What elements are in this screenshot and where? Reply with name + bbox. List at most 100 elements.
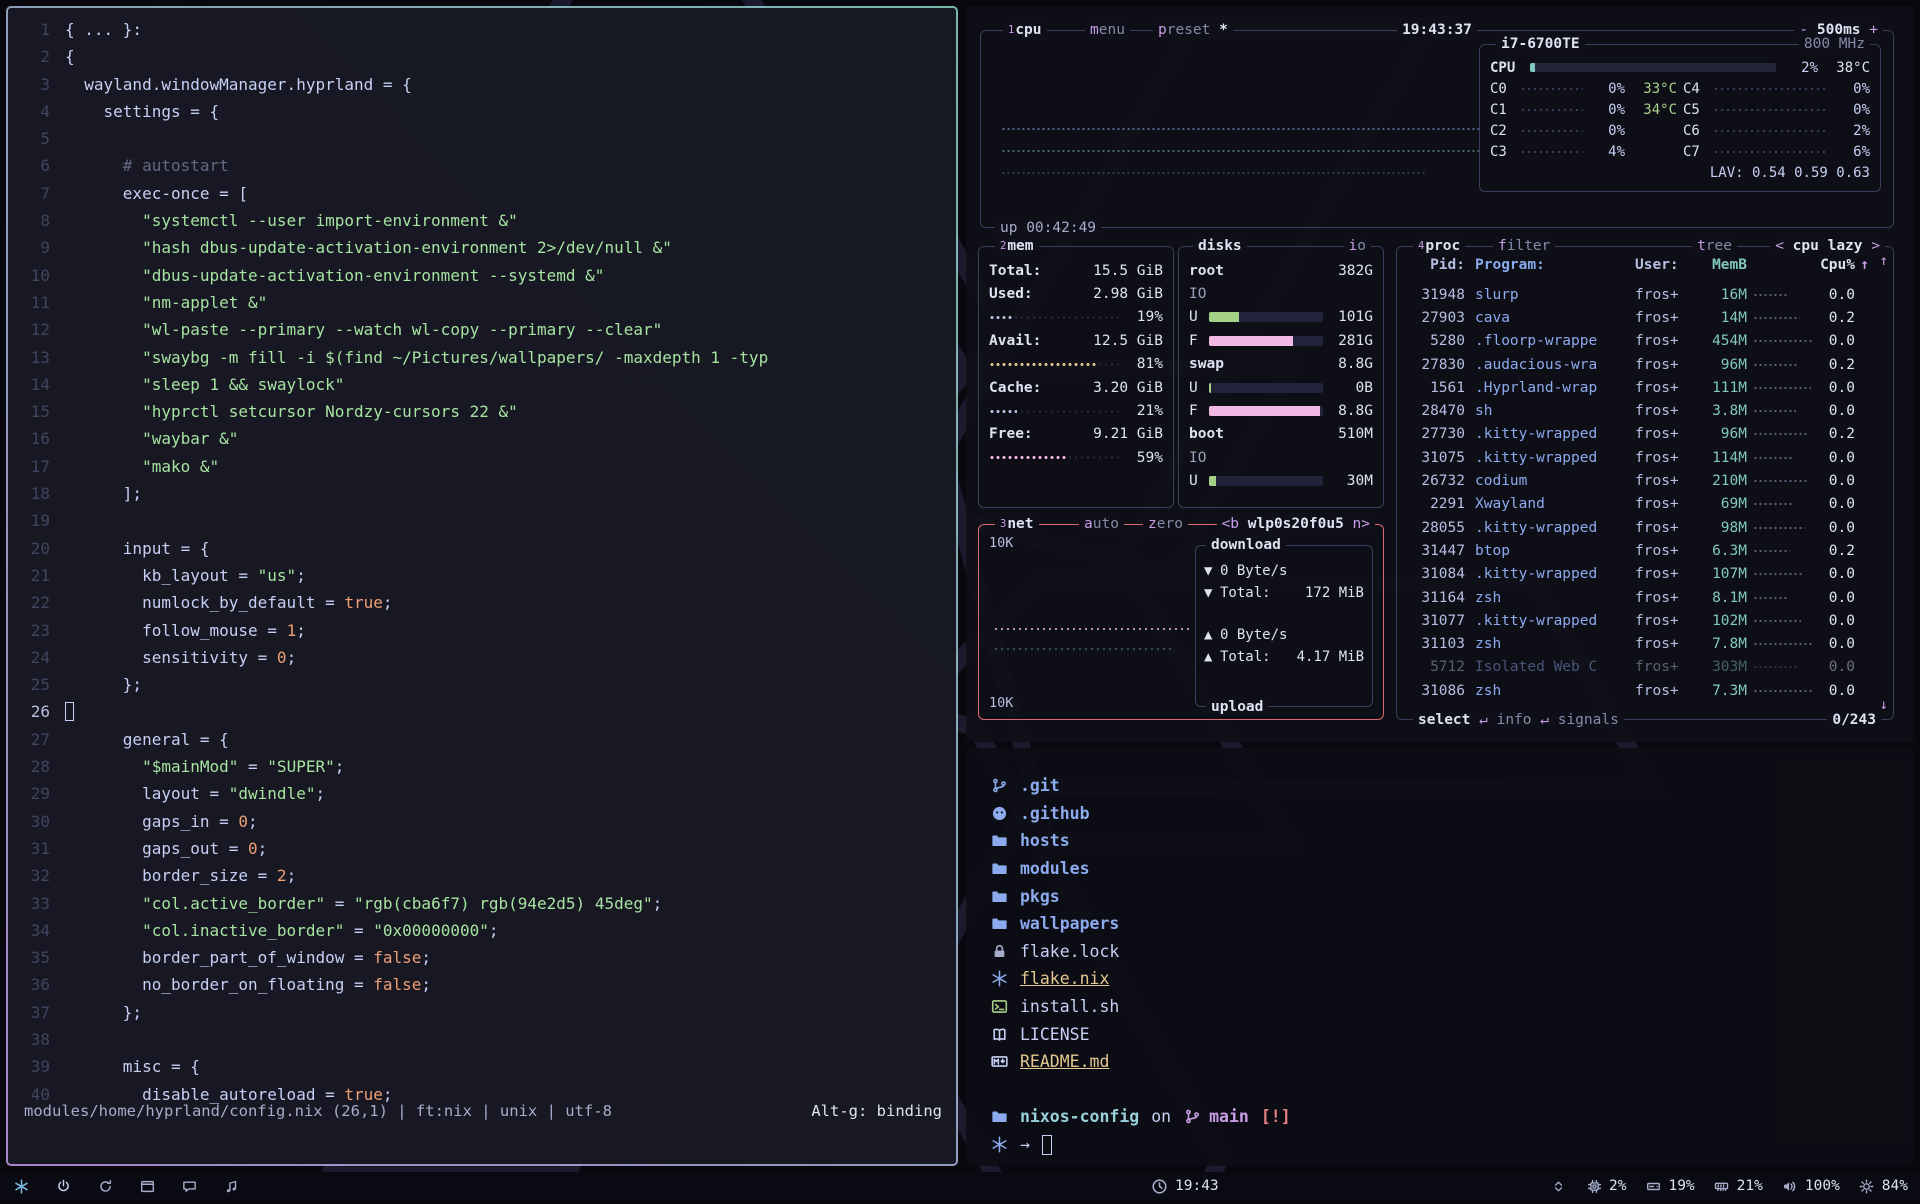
- process-row[interactable]: 31084.kitty-wrappedfros+107M0.0: [1407, 563, 1877, 586]
- code-line[interactable]: 13 "swaybg -m fill -i $(find ~/Pictures/…: [8, 344, 956, 371]
- code-area[interactable]: 1{ ... }:2{3 wayland.windowManager.hyprl…: [8, 8, 956, 1108]
- bar-module-memory[interactable]: 21%: [1713, 1178, 1763, 1194]
- process-table-header[interactable]: Pid:Program:User:MemBCpu%↑: [1407, 257, 1877, 273]
- bar-module-nix-logo[interactable]: [12, 1179, 30, 1194]
- code-line[interactable]: 26: [8, 698, 956, 725]
- sort-mode-selector[interactable]: < cpu lazy >: [1770, 236, 1885, 256]
- code-line[interactable]: 8 "systemctl --user import-environment &…: [8, 207, 956, 234]
- bar-module-disk[interactable]: 19%: [1644, 1178, 1694, 1194]
- process-row[interactable]: 27903cavafros+14M0.2: [1407, 306, 1877, 329]
- code-line[interactable]: 22 numlock_by_default = true;: [8, 589, 956, 616]
- bar-module-brightness[interactable]: 84%: [1858, 1178, 1908, 1194]
- process-row[interactable]: 28470shfros+3.8M0.0: [1407, 399, 1877, 422]
- shell-input[interactable]: →: [990, 1131, 1914, 1159]
- code-line[interactable]: 23 follow_mouse = 1;: [8, 617, 956, 644]
- process-row[interactable]: 5280.floorp-wrappefros+454M0.0: [1407, 330, 1877, 353]
- code-line[interactable]: 28 "$mainMod" = "SUPER";: [8, 753, 956, 780]
- process-row[interactable]: 27730.kitty-wrappedfros+96M0.2: [1407, 423, 1877, 446]
- file-name: hosts: [1020, 831, 1070, 850]
- net-auto-button[interactable]: auto: [1079, 514, 1124, 534]
- cpu-core-row: C20%C62%: [1490, 120, 1870, 141]
- code-line[interactable]: 30 gaps_in = 0;: [8, 808, 956, 835]
- process-row[interactable]: 31077.kitty-wrappedfros+102M0.0: [1407, 609, 1877, 632]
- process-row[interactable]: 27830.audacious-wrafros+96M0.2: [1407, 353, 1877, 376]
- code-line[interactable]: 27 general = {: [8, 726, 956, 753]
- code-line[interactable]: 20 input = {: [8, 535, 956, 562]
- code-line[interactable]: 3 wayland.windowManager.hyprland = {: [8, 71, 956, 98]
- code-line[interactable]: 5: [8, 125, 956, 152]
- bar-module-tray-arrows[interactable]: [1549, 1179, 1567, 1194]
- process-row[interactable]: 31086zshfros+7.3M0.0: [1407, 679, 1877, 702]
- interval-plus-button[interactable]: +: [1869, 22, 1878, 38]
- code-line[interactable]: 12 "wl-paste --primary --watch wl-copy -…: [8, 316, 956, 343]
- process-row[interactable]: 31075.kitty-wrappedfros+114M0.0: [1407, 446, 1877, 469]
- io-mode-button[interactable]: io: [1344, 236, 1371, 256]
- code-line[interactable]: 29 layout = "dwindle";: [8, 780, 956, 807]
- code-line[interactable]: 34 "col.inactive_border" = "0x00000000";: [8, 917, 956, 944]
- process-actions[interactable]: select ↵ info ↵ signals: [1413, 710, 1624, 730]
- code-line[interactable]: 6 # autostart: [8, 152, 956, 179]
- filter-button[interactable]: filter: [1493, 236, 1555, 256]
- code-line[interactable]: 32 border_size = 2;: [8, 862, 956, 889]
- process-row[interactable]: 26732codiumfros+210M0.0: [1407, 469, 1877, 492]
- clock-module[interactable]: 19:43: [1150, 1178, 1219, 1195]
- line-number: 38: [8, 1026, 50, 1053]
- editor-window[interactable]: 1{ ... }:2{3 wayland.windowManager.hyprl…: [6, 6, 958, 1166]
- code-line[interactable]: 31 gaps_out = 0;: [8, 835, 956, 862]
- code-line[interactable]: 1{ ... }:: [8, 16, 956, 43]
- code-segment: general = {: [65, 730, 229, 749]
- code-line[interactable]: 19: [8, 507, 956, 534]
- code-line[interactable]: 37 };: [8, 999, 956, 1026]
- bar-module-volume[interactable]: 100%: [1781, 1178, 1840, 1194]
- code-line[interactable]: 15 "hyprctl setcursor Nordzy-cursors 22 …: [8, 398, 956, 425]
- code-line[interactable]: 38: [8, 1026, 956, 1053]
- process-row[interactable]: 31948slurpfros+16M0.0: [1407, 283, 1877, 306]
- process-row[interactable]: 31103zshfros+7.8M0.0: [1407, 632, 1877, 655]
- code-line[interactable]: 11 "nm-applet &": [8, 289, 956, 316]
- bar-module-reload[interactable]: [96, 1179, 114, 1194]
- bar-module-music[interactable]: [222, 1179, 240, 1194]
- code-line[interactable]: 35 border_part_of_window = false;: [8, 944, 956, 971]
- process-row[interactable]: 5712Isolated Web Cfros+303M0.0: [1407, 656, 1877, 679]
- process-row[interactable]: 2291Xwaylandfros+69M0.0: [1407, 493, 1877, 516]
- process-row[interactable]: 1561.Hyprland-wrapfros+111M0.0: [1407, 376, 1877, 399]
- code-line[interactable]: 24 sensitivity = 0;: [8, 644, 956, 671]
- code-segment: border_part_of_window =: [65, 948, 373, 967]
- code-line[interactable]: 33 "col.active_border" = "rgb(cba6f7) rg…: [8, 890, 956, 917]
- info-action[interactable]: info: [1497, 712, 1532, 728]
- net-zero-button[interactable]: zero: [1143, 514, 1188, 534]
- code-line-content: no_border_on_floating = false;: [65, 975, 431, 994]
- btop-window[interactable]: 1cpu menu preset * 19:43:37 - 500ms + i7…: [966, 6, 1914, 742]
- code-line[interactable]: 17 "mako &": [8, 453, 956, 480]
- code-line[interactable]: 39 misc = {: [8, 1053, 956, 1080]
- bar-module-power[interactable]: [54, 1179, 72, 1194]
- bar-module-window[interactable]: [138, 1179, 156, 1194]
- process-row[interactable]: 31447btopfros+6.3M0.2: [1407, 539, 1877, 562]
- code-line[interactable]: 21 kb_layout = "us";: [8, 562, 956, 589]
- power-icon: [54, 1179, 72, 1194]
- preset-button[interactable]: preset *: [1153, 20, 1233, 40]
- signals-action[interactable]: signals: [1558, 712, 1619, 728]
- bar-module-chat[interactable]: [180, 1179, 198, 1194]
- tree-button[interactable]: tree: [1692, 236, 1737, 256]
- code-line[interactable]: 7 exec-once = [: [8, 180, 956, 207]
- process-row[interactable]: 28055.kitty-wrappedfros+98M0.0: [1407, 516, 1877, 539]
- terminal-window[interactable]: .git.githubhostsmodulespkgswallpapersfla…: [966, 748, 1914, 1166]
- code-line[interactable]: 18 ];: [8, 480, 956, 507]
- code-line[interactable]: 14 "sleep 1 && swaylock": [8, 371, 956, 398]
- code-line[interactable]: 36 no_border_on_floating = false;: [8, 971, 956, 998]
- code-line[interactable]: 25 };: [8, 671, 956, 698]
- line-number: 20: [8, 535, 50, 562]
- code-line[interactable]: 4 settings = {: [8, 98, 956, 125]
- code-line[interactable]: 10 "dbus-update-activation-environment -…: [8, 262, 956, 289]
- code-line[interactable]: 16 "waybar &": [8, 425, 956, 452]
- menu-button[interactable]: menu: [1085, 20, 1130, 40]
- code-segment: ;: [489, 921, 499, 940]
- code-line[interactable]: 2{: [8, 43, 956, 70]
- scroll-up-indicator[interactable]: ↑: [1880, 253, 1888, 269]
- code-line[interactable]: 9 "hash dbus-update-activation-environme…: [8, 234, 956, 261]
- net-interface-selector[interactable]: <b wlp0s20f0u5 n>: [1217, 514, 1375, 534]
- bar-module-cpu[interactable]: 2%: [1585, 1178, 1626, 1194]
- code-segment: ;: [421, 975, 431, 994]
- process-row[interactable]: 31164zshfros+8.1M0.0: [1407, 586, 1877, 609]
